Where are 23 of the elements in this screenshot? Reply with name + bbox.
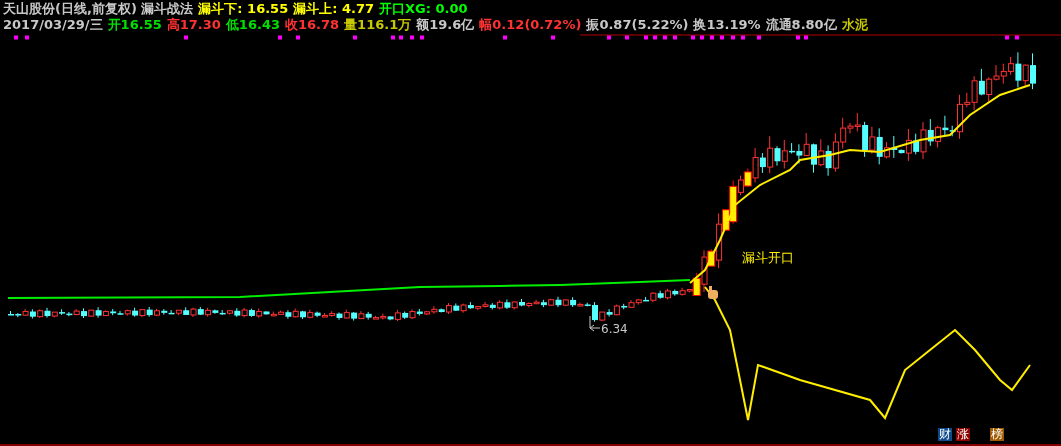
info-badge[interactable]: 财: [938, 428, 952, 441]
info-badge[interactable]: 榜: [990, 428, 1004, 441]
quote-value: 量116.1万: [344, 16, 412, 32]
quote-value: 幅0.12(0.72%): [479, 16, 582, 32]
quote-value: 收16.78: [285, 16, 340, 32]
low-price-label: 6.34: [601, 322, 628, 336]
quote-value: 振0.87(5.22%): [586, 16, 689, 32]
low-price-arrow: [589, 315, 601, 332]
hand-icon: [708, 286, 718, 299]
info-badge[interactable]: 涨: [956, 428, 970, 441]
quote-value: 换13.19%: [693, 16, 761, 32]
indicator-label: 天山股份(日线,前复权) 漏斗战法: [3, 0, 194, 16]
funnel-open-label: 漏斗开口: [742, 250, 794, 265]
quote-value: 流通8.80亿: [765, 16, 837, 32]
quote-value: 额19.6亿: [416, 16, 475, 32]
quote-value: 2017/03/29/三: [3, 16, 103, 32]
indicator-label: 开口XG: 0.00: [379, 0, 468, 16]
quote-value: 开16.55: [107, 16, 162, 32]
quote-value: 水泥: [841, 16, 868, 32]
indicator-label: 漏斗下: 16.55: [198, 0, 289, 16]
quote-value: 高17.30: [166, 16, 221, 32]
indicator-label: 漏斗上: 4.77: [293, 0, 375, 16]
quote-value: 低16.43: [225, 16, 280, 32]
